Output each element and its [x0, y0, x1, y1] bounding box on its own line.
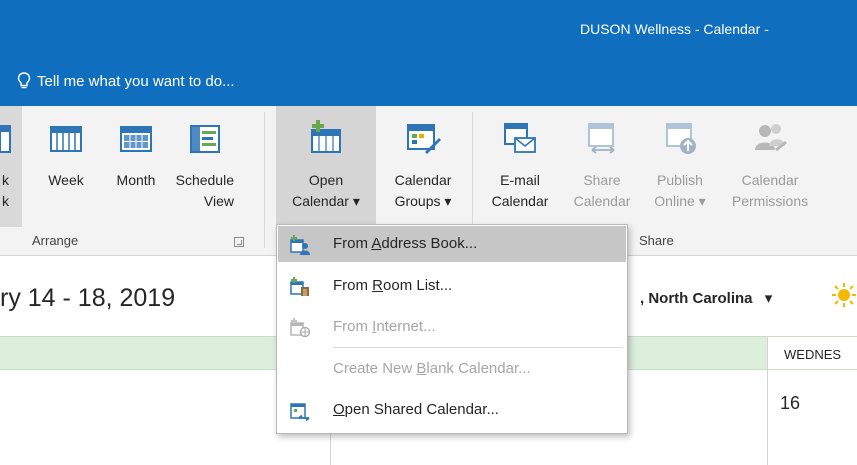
open-calendar-icon [311, 120, 341, 153]
dialog-launcher-icon[interactable] [234, 237, 244, 247]
schedule-label-2: View [203, 193, 234, 209]
menu-item-label: Create New Blank Calendar... [333, 360, 531, 377]
open-calendar-label-2: Calendar ▾ [292, 193, 360, 209]
schedule-label-1: Schedule [175, 172, 234, 188]
week-label: Week [48, 172, 84, 188]
calendar-groups-button[interactable]: Calendar Groups ▾ [378, 106, 468, 227]
location-label: , North Carolina [640, 290, 753, 307]
share-calendar-button[interactable]: Share Calendar [566, 106, 638, 227]
weather-location[interactable]: , North Carolina ▾ [640, 289, 772, 307]
work-week-button[interactable]: k k [0, 106, 22, 227]
menu-item-create-new-blank-calendar[interactable]: Create New Blank Calendar... [278, 351, 626, 387]
month-view-icon [120, 126, 152, 152]
work-week-label-1: k [2, 172, 9, 188]
wednesday-label: WEDNES [784, 347, 842, 362]
month-button[interactable]: Month [104, 106, 168, 227]
tell-me-bar[interactable]: Tell me what you want to do... [0, 59, 857, 106]
shared-calendar-icon [290, 403, 310, 421]
window-title: DUSON Wellness - Calendar - [580, 21, 769, 37]
email-calendar-button[interactable]: E-mail Calendar [478, 106, 562, 227]
share-calendar-label-2: Calendar [573, 193, 631, 209]
share-calendar-icon [588, 123, 615, 154]
open-calendar-button[interactable]: Open Calendar ▾ [276, 106, 376, 224]
calendar-permissions-label-2: Permissions [731, 193, 809, 209]
lightbulb-icon [17, 72, 31, 89]
sun-icon [832, 283, 856, 307]
room-list-icon [290, 277, 309, 296]
schedule-view-button[interactable]: Schedule View [170, 106, 240, 227]
email-calendar-label-1: E-mail [500, 172, 540, 188]
open-calendar-menu: From Address Book... From Room List... F… [276, 224, 628, 434]
calendar-groups-label-2: Groups ▾ [394, 193, 452, 209]
calendar-groups-label-1: Calendar [394, 172, 452, 188]
menu-item-from-room-list[interactable]: From Room List... [278, 268, 626, 304]
publish-online-button[interactable]: Publish Online ▾ [640, 106, 720, 227]
day-number[interactable]: 16 [780, 393, 800, 414]
menu-item-label: Open Shared Calendar... [333, 401, 499, 418]
email-calendar-label-2: Calendar [491, 193, 549, 209]
menu-item-label: From Room List... [333, 277, 453, 294]
calendar-permissions-icon [755, 124, 787, 152]
chevron-down-icon[interactable]: ▾ [765, 290, 773, 307]
internet-calendar-icon [290, 318, 310, 338]
publish-online-label-2: Online ▾ [654, 193, 706, 209]
publish-online-label-1: Publish [657, 172, 703, 188]
group-separator [264, 112, 265, 248]
week-button[interactable]: Week [38, 106, 94, 227]
menu-item-open-shared-calendar[interactable]: Open Shared Calendar... [278, 392, 626, 428]
date-range-title: ry 14 - 18, 2019 [0, 284, 176, 312]
menu-item-label: From Address Book... [333, 235, 478, 252]
share-calendar-label-1: Share [583, 172, 621, 188]
tell-me-text[interactable]: Tell me what you want to do... [37, 73, 235, 90]
month-label: Month [116, 172, 156, 188]
share-group-label: Share [639, 233, 674, 248]
work-week-label-2: k [2, 193, 9, 209]
day-column-divider [767, 370, 768, 465]
calendar-permissions-button[interactable]: Calendar Permissions [720, 106, 820, 227]
calendar-permissions-label-1: Calendar [741, 172, 799, 188]
menu-item-from-internet[interactable]: From Internet... [278, 309, 626, 345]
open-calendar-label-1: Open [308, 172, 344, 188]
menu-item-label: From Internet... [333, 318, 436, 335]
work-week-icon [0, 125, 11, 153]
publish-online-icon [666, 123, 696, 154]
arrange-group-label: Arrange [32, 233, 79, 248]
title-bar: DUSON Wellness - Calendar - [0, 0, 857, 59]
address-book-icon [290, 235, 310, 255]
week-view-icon [50, 126, 82, 152]
schedule-view-icon [190, 125, 220, 153]
calendar-groups-icon [407, 124, 441, 154]
menu-item-from-address-book[interactable]: From Address Book... [278, 226, 626, 262]
email-calendar-icon [504, 123, 536, 153]
menu-separator [333, 347, 623, 348]
